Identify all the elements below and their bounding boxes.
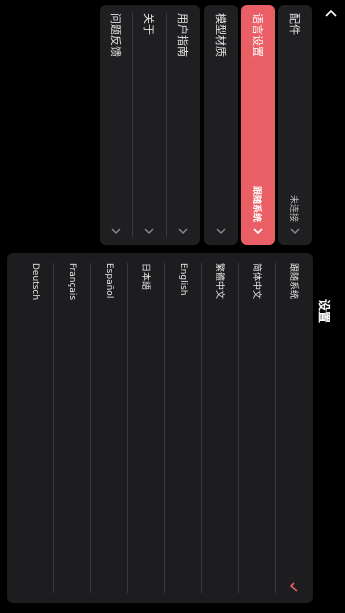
page-title: 设置 — [317, 299, 331, 324]
language-option-label: English — [178, 263, 189, 296]
divider — [166, 13, 167, 237]
chevron-up-icon — [325, 9, 337, 17]
rotated-viewport: 配件 未连接 语言设置 跟随系统 模型材质 用户指南 关于 问题反馈 设置 跟随… — [0, 0, 345, 613]
chevron-right-icon — [253, 228, 263, 235]
accessory-status: 未连接 — [288, 194, 299, 222]
user-guide-row[interactable]: 用户指南 — [166, 5, 200, 245]
about-row[interactable]: 关于 — [132, 5, 166, 245]
language-settings-label: 语言设置 — [251, 13, 264, 57]
user-guide-label: 用户指南 — [176, 13, 189, 57]
language-option-label: Deutsch — [30, 263, 41, 301]
language-option-follow-system[interactable]: 跟随系统 — [276, 253, 313, 603]
language-option-simplified-chinese[interactable]: 简体中文 — [239, 253, 276, 603]
chevron-right-icon — [290, 228, 300, 234]
chevron-right-icon — [178, 228, 188, 234]
language-option-french[interactable]: Français — [54, 253, 91, 603]
language-option-label: 繁體中文 — [214, 263, 224, 300]
model-material-group: 模型材质 — [204, 5, 238, 245]
language-group: 语言设置 跟随系统 — [241, 5, 275, 245]
chevron-right-icon — [111, 228, 121, 234]
language-option-label: Français — [67, 263, 78, 301]
language-option-traditional-chinese[interactable]: 繁體中文 — [202, 253, 239, 603]
accessory-label: 配件 — [288, 13, 301, 35]
language-option-english[interactable]: English — [165, 253, 202, 603]
model-material-row[interactable]: 模型材质 — [204, 5, 238, 245]
language-option-german[interactable]: Deutsch — [17, 253, 54, 603]
chevron-right-icon — [216, 228, 226, 234]
chevron-right-icon — [144, 228, 154, 234]
language-option-label: 简体中文 — [251, 263, 261, 300]
feedback-row[interactable]: 问题反馈 — [100, 5, 133, 245]
accessory-group: 配件 未连接 — [278, 5, 312, 245]
accessory-row[interactable]: 配件 未连接 — [278, 5, 312, 245]
language-current-value: 跟随系统 — [251, 185, 262, 222]
language-option-spanish[interactable]: Español — [91, 253, 128, 603]
language-settings-row[interactable]: 语言设置 跟随系统 — [241, 5, 275, 245]
model-material-label: 模型材质 — [214, 13, 227, 57]
language-option-label: Español — [104, 263, 115, 299]
back-button[interactable] — [321, 4, 341, 24]
language-option-label: 跟随系统 — [288, 263, 298, 300]
checkmark-icon — [290, 582, 299, 592]
info-group: 用户指南 关于 问题反馈 — [100, 5, 200, 245]
language-list-panel: 跟随系统 简体中文 繁體中文 English 日本語 Español Franç… — [7, 253, 313, 603]
language-option-label: 日本語 — [140, 263, 150, 291]
about-label: 关于 — [142, 13, 155, 35]
feedback-label: 问题反馈 — [109, 13, 122, 57]
language-option-japanese[interactable]: 日本語 — [128, 253, 165, 603]
